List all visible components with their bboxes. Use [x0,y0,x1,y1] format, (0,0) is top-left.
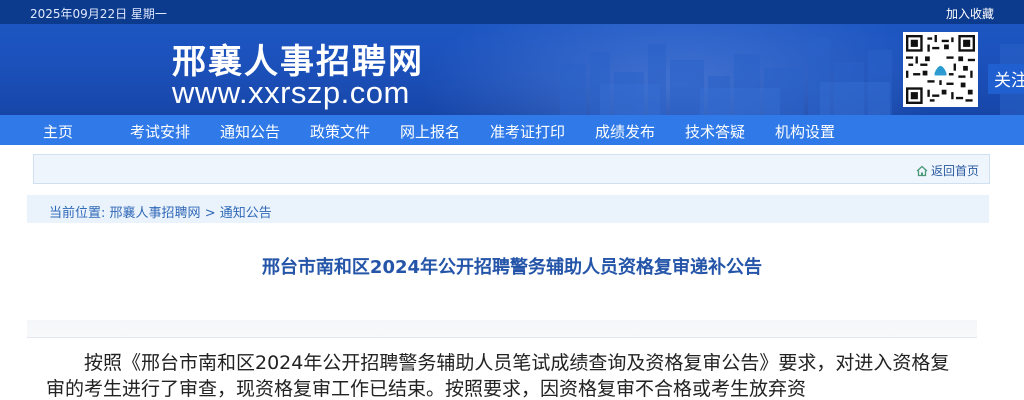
follow-tab[interactable]: 关注 [988,64,1024,94]
nav-item-home[interactable]: 主页 [43,121,73,142]
nav-item-notices[interactable]: 通知公告 [220,121,280,142]
breadcrumb-separator: > [204,206,216,221]
site-url: www.xxrszp.com [172,75,410,110]
return-bar: 返回首页 [33,154,990,184]
return-home-link[interactable]: 返回首页 [916,162,979,180]
add-favorite-link[interactable]: 加入收藏 [946,5,994,22]
header-banner: 邢襄人事招聘网 www.xxrszp.com 关注 [0,24,1024,115]
main-nav: 主页 考试安排 通知公告 政策文件 网上报名 准考证打印 成绩发布 技术答疑 机… [0,115,1024,145]
qr-code-image [903,32,978,107]
article-body: 按照《邢台市南和区2024年公开招聘警务辅助人员笔试成绩查询及资格复审公告》要求… [46,350,966,400]
breadcrumb-current-link[interactable]: 通知公告 [220,206,272,221]
current-date: 2025年09月22日 星期一 [30,7,167,21]
nav-item-exam-schedule[interactable]: 考试安排 [130,121,190,142]
breadcrumb-site-link[interactable]: 邢襄人事招聘网 [110,206,201,221]
nav-item-tech-support[interactable]: 技术答疑 [685,121,745,142]
home-icon [916,165,928,180]
nav-item-organization[interactable]: 机构设置 [775,121,835,142]
return-home-label: 返回首页 [930,164,979,178]
city-skyline-graphic [560,38,1024,115]
breadcrumb: 当前位置: 邢襄人事招聘网 > 通知公告 [27,195,989,223]
article-title: 邢台市南和区2024年公开招聘警务辅助人员资格复审递补公告 [261,257,763,278]
article-paragraph: 按照《邢台市南和区2024年公开招聘警务辅助人员笔试成绩查询及资格复审公告》要求… [46,352,950,400]
nav-item-policy[interactable]: 政策文件 [310,121,370,142]
qr-code-icon [906,35,975,104]
title-divider [27,320,977,338]
nav-item-results[interactable]: 成绩发布 [595,121,655,142]
nav-item-online-registration[interactable]: 网上报名 [400,121,460,142]
top-bar: 2025年09月22日 星期一 加入收藏 [0,0,1024,24]
breadcrumb-prefix: 当前位置: [49,206,106,221]
nav-item-admission-ticket[interactable]: 准考证打印 [490,121,565,142]
